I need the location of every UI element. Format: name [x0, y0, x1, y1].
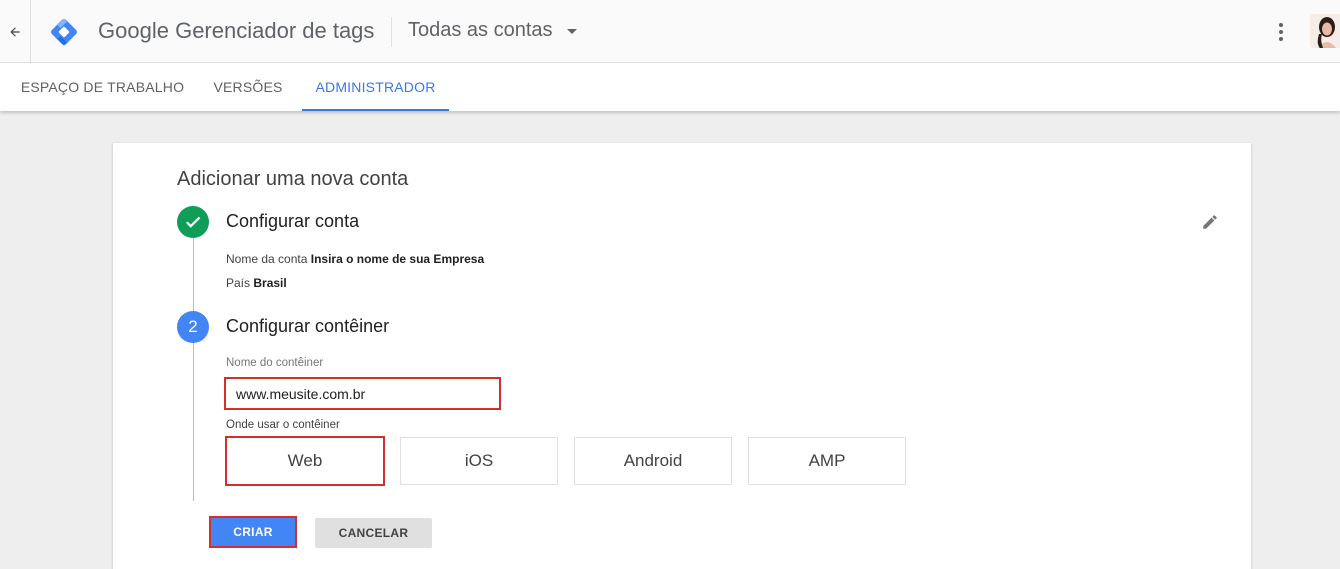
tab-admin[interactable]: ADMINISTRADOR: [302, 63, 449, 111]
platform-web-option[interactable]: Web: [225, 436, 385, 486]
container-name-label: Nome do contêiner: [226, 357, 324, 369]
app-header: Google Gerenciador de tags Todas as cont…: [0, 0, 1340, 63]
page-title: Adicionar uma nova conta: [177, 168, 409, 190]
platform-ios-option[interactable]: iOS: [400, 437, 558, 485]
account-selector-label: Todas as contas: [408, 19, 553, 41]
google-wordmark: Google: [98, 18, 169, 43]
account-name-detail: Nome da conta Insira o nome de sua Empre…: [226, 252, 484, 266]
header-divider: [391, 17, 392, 47]
avatar[interactable]: [1310, 14, 1340, 48]
tab-versions[interactable]: VERSÕES: [201, 63, 295, 111]
step2-number: 2: [177, 311, 209, 343]
platform-amp-option[interactable]: AMP: [748, 437, 906, 485]
more-vert-icon[interactable]: [1268, 18, 1294, 46]
country-value: Brasil: [253, 276, 287, 290]
back-button[interactable]: [0, 0, 31, 63]
cancel-button[interactable]: CANCELAR: [315, 518, 432, 548]
product-name: Gerenciador de tags: [175, 18, 375, 43]
tab-bar: ESPAÇO DE TRABALHO VERSÕES ADMINISTRADOR: [0, 63, 1340, 111]
create-button[interactable]: CRIAR: [209, 516, 297, 548]
check-circle-icon: [177, 206, 209, 238]
tab-workspace[interactable]: ESPAÇO DE TRABALHO: [11, 63, 194, 111]
account-selector[interactable]: Todas as contas: [408, 19, 577, 42]
app-title: Google Gerenciador de tags: [98, 18, 374, 44]
check-icon: [186, 216, 201, 228]
country-detail: País Brasil: [226, 276, 287, 290]
gtm-logo-icon: [51, 18, 77, 46]
edit-icon[interactable]: [1201, 213, 1219, 231]
account-name-value: Insira o nome de sua Empresa: [310, 252, 485, 266]
stepper-line: [193, 237, 194, 501]
avatar-image: [1310, 14, 1340, 48]
chevron-down-icon: [566, 29, 577, 34]
arrow-back-icon: [10, 26, 20, 37]
platform-android-option[interactable]: Android: [574, 437, 732, 485]
step2-title: Configurar contêiner: [226, 316, 390, 336]
country-label: País: [226, 276, 251, 290]
where-label: Onde usar o contêiner: [226, 419, 340, 431]
container-name-input[interactable]: [224, 377, 501, 410]
step1-title: Configurar conta: [226, 211, 360, 231]
account-name-label: Nome da conta: [226, 252, 308, 266]
new-account-card: Adicionar uma nova conta Configurar cont…: [113, 143, 1251, 569]
